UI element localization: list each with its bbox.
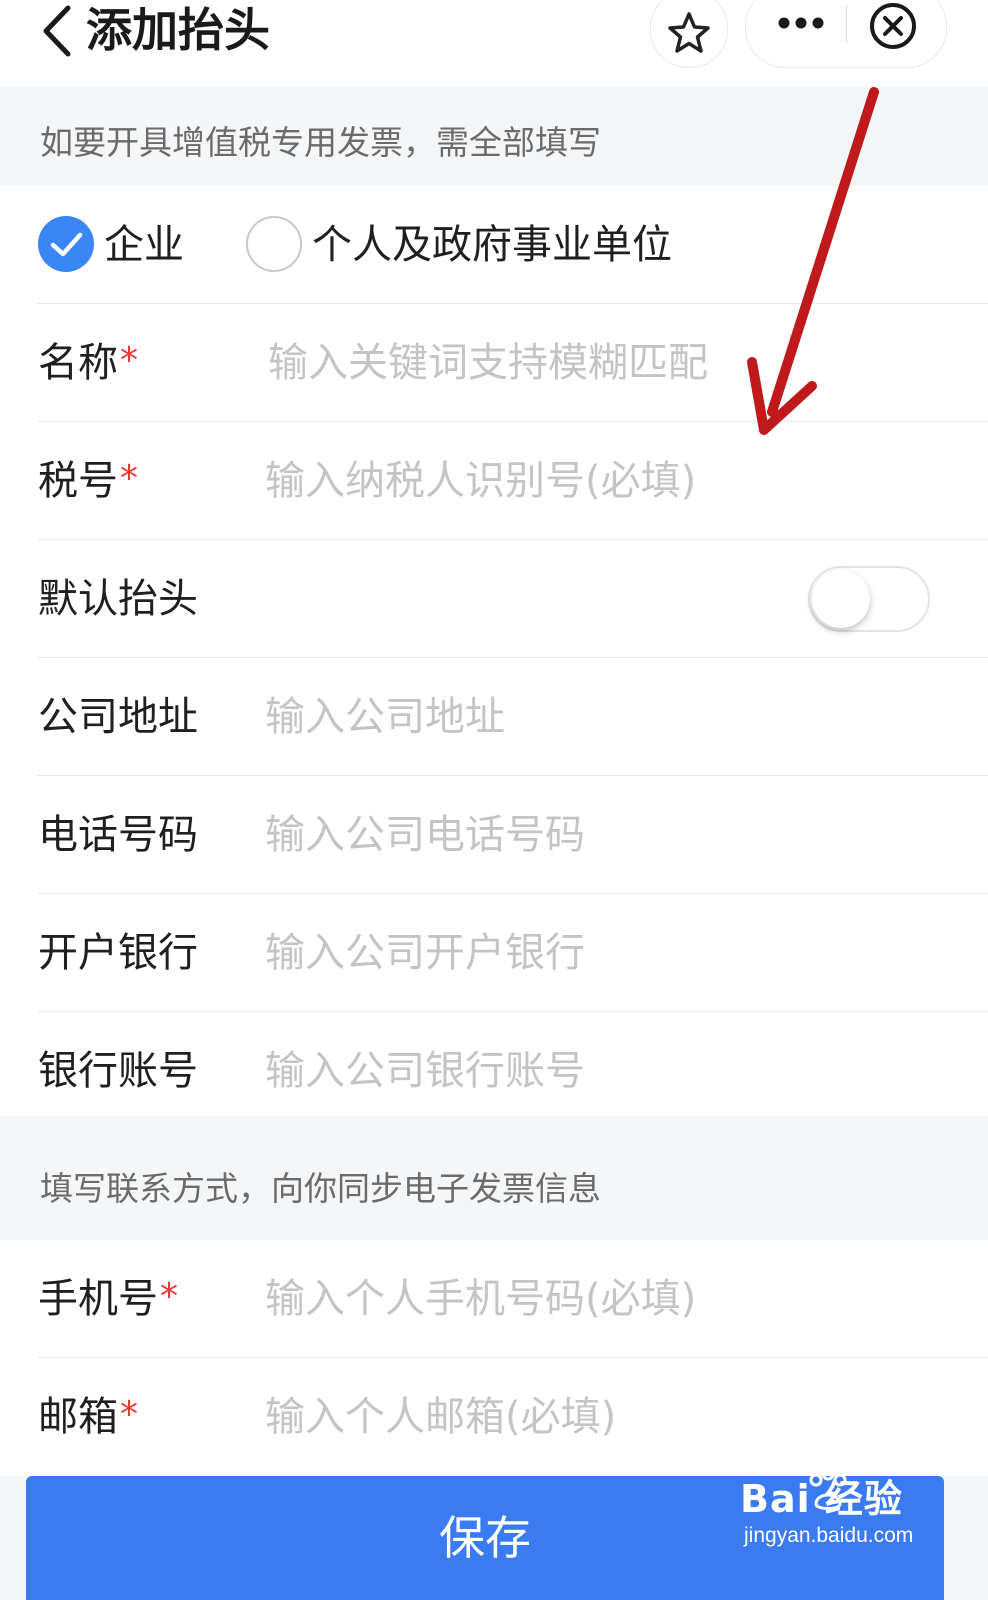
paw-icon <box>809 1467 847 1510</box>
field-row-email: 邮箱* <box>0 1358 988 1476</box>
field-row-phone: 电话号码 <box>0 776 988 894</box>
default-title-label: 默认抬头 <box>38 576 198 622</box>
nav-bar: 添加抬头 <box>0 0 988 86</box>
toggle-knob <box>812 570 870 628</box>
radio-enterprise[interactable] <box>38 216 94 272</box>
field-row-bank-account: 银行账号 <box>0 1012 988 1130</box>
radio-enterprise-label[interactable]: 企业 <box>104 186 184 304</box>
bank-account-input[interactable] <box>265 1036 945 1106</box>
capsule-divider <box>846 5 847 43</box>
contact-hint-text: 填写联系方式，向你同步电子发票信息 <box>40 1169 601 1208</box>
more-dots-icon[interactable] <box>776 15 826 31</box>
bank-label: 开户银行 <box>38 930 198 976</box>
required-mark: * <box>160 1276 178 1317</box>
default-title-toggle[interactable] <box>808 566 930 632</box>
bank-input[interactable] <box>265 918 945 988</box>
invoice-form-card: 企业 个人及政府事业单位 名称* 税号* 默认抬头 公司地址 电话号码 开户银行 <box>0 186 988 1116</box>
name-label: 名称* <box>38 340 138 386</box>
field-row-tax-id: 税号* <box>0 422 988 540</box>
contact-hint-bar: 填写联系方式，向你同步电子发票信息 <box>0 1136 988 1240</box>
checkmark-icon <box>50 232 83 257</box>
contact-form-card: 手机号* 邮箱* <box>0 1240 988 1476</box>
invoice-hint-bar: 如要开具增值税专用发票，需全部填写 <box>0 86 988 186</box>
mobile-input[interactable] <box>265 1264 945 1334</box>
page-title: 添加抬头 <box>86 3 270 57</box>
watermark-url: jingyan.baidu.com <box>744 1524 914 1547</box>
chevron-left-icon[interactable] <box>38 4 74 58</box>
close-circle-icon[interactable] <box>868 1 918 51</box>
baidu-jingyan-watermark: Bai 经验 jingyan.baidu.com <box>740 1462 940 1557</box>
required-mark: * <box>120 340 138 381</box>
phone-label: 电话号码 <box>38 812 198 858</box>
field-row-name: 名称* <box>0 304 988 422</box>
field-row-mobile: 手机号* <box>0 1240 988 1358</box>
phone-input[interactable] <box>265 800 945 870</box>
favorite-button[interactable] <box>650 0 728 68</box>
field-row-bank: 开户银行 <box>0 894 988 1012</box>
radio-personal-label[interactable]: 个人及政府事业单位 <box>312 186 672 304</box>
mobile-label: 手机号* <box>38 1276 178 1322</box>
invoice-type-row: 企业 个人及政府事业单位 <box>0 186 988 304</box>
address-label: 公司地址 <box>38 694 198 740</box>
email-label: 邮箱* <box>38 1394 138 1440</box>
capsule-menu <box>745 0 947 68</box>
address-input[interactable] <box>265 682 945 752</box>
field-row-default-title: 默认抬头 <box>0 540 988 658</box>
bank-account-label: 银行账号 <box>38 1048 198 1094</box>
tax-id-label: 税号* <box>38 458 138 504</box>
field-row-address: 公司地址 <box>0 658 988 776</box>
required-mark: * <box>120 458 138 499</box>
tax-id-input[interactable] <box>265 446 945 516</box>
radio-personal[interactable] <box>246 216 302 272</box>
star-icon <box>668 12 710 53</box>
email-input[interactable] <box>265 1382 945 1452</box>
name-input[interactable] <box>268 328 948 398</box>
required-mark: * <box>120 1394 138 1435</box>
invoice-hint-text: 如要开具增值税专用发票，需全部填写 <box>40 123 601 162</box>
